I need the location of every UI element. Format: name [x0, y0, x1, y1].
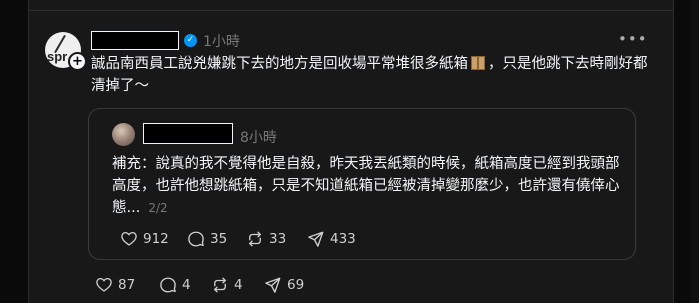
thread-post-card: spr + ✓ 1小時 ••• 誠品南西員工說兇嫌跳下去的地方是回收場平常堆很多…	[28, 0, 674, 303]
repost-button[interactable]: 4	[211, 276, 243, 294]
redacted-username[interactable]	[91, 31, 179, 50]
heart-icon	[121, 231, 137, 246]
comment-icon	[160, 277, 176, 293]
scrollbar[interactable]	[691, 0, 699, 303]
quoted-like-count: 912	[143, 231, 169, 247]
quoted-repost-button[interactable]: 33	[246, 230, 286, 248]
quoted-like-button[interactable]: 912	[120, 230, 169, 248]
like-button[interactable]: 87	[95, 276, 135, 294]
plus-icon[interactable]: +	[68, 52, 87, 71]
quoted-repost-count: 33	[269, 231, 287, 247]
avatar-text: spr	[47, 49, 68, 64]
post-body: 誠品南西員工說兇嫌跳下去的地方是回收場平常堆很多紙箱 ，只是他跳下去時剛好都清掉了…	[91, 53, 651, 97]
verified-badge-icon: ✓	[184, 34, 197, 47]
quoted-timestamp: 8小時	[240, 130, 277, 146]
quoted-share-button[interactable]: 433	[307, 230, 356, 248]
quoted-author-avatar[interactable]	[112, 123, 135, 146]
quoted-body: 補充：說真的我不覺得他是自殺，昨天我丟紙類的時候，紙箱高度已經到我頭部高度，也許…	[112, 153, 622, 219]
redacted-quoted-username[interactable]	[143, 123, 233, 144]
comment-icon	[188, 231, 204, 247]
share-button[interactable]: 69	[264, 276, 304, 294]
reply-count: 4	[182, 277, 191, 293]
post-timestamp[interactable]: 1小時	[203, 31, 240, 51]
top-divider	[29, 10, 673, 11]
more-options-icon[interactable]: •••	[618, 30, 648, 48]
quoted-reply-button[interactable]: 35	[187, 230, 227, 248]
repost-icon	[249, 231, 261, 247]
quoted-post[interactable]: 8小時 補充：說真的我不覺得他是自殺，昨天我丟紙類的時候，紙箱高度已經到我頭部高…	[88, 108, 636, 260]
quoted-text: 補充：說真的我不覺得他是自殺，昨天我丟紙類的時候，紙箱高度已經到我頭部高度，也許…	[112, 156, 620, 216]
share-count: 69	[287, 277, 305, 293]
quoted-reply-count: 35	[210, 231, 228, 247]
repost-icon	[214, 277, 226, 293]
share-icon	[308, 231, 324, 247]
like-count: 87	[118, 277, 136, 293]
share-icon	[265, 277, 281, 293]
package-emoji-icon	[471, 56, 485, 70]
repost-count: 4	[234, 277, 243, 293]
quoted-share-count: 433	[330, 231, 356, 247]
post-text-part1: 誠品南西員工說兇嫌跳下去的地方是回收場平常堆很多紙箱	[91, 56, 468, 72]
quoted-page-indicator: 2/2	[148, 201, 168, 215]
heart-icon	[96, 277, 112, 292]
reply-button[interactable]: 4	[159, 276, 191, 294]
